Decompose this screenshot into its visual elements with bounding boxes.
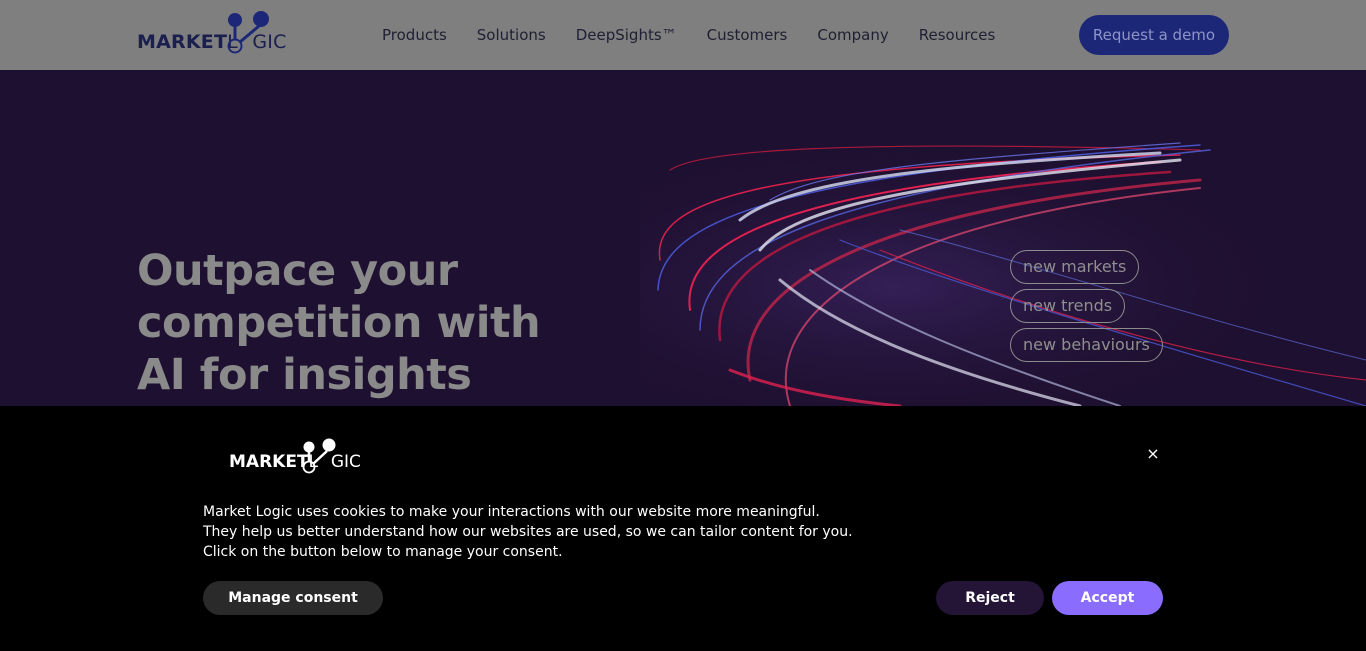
market-logic-logo[interactable]: MARKETLOGIC — [137, 10, 297, 54]
main-nav: Products Solutions DeepSights™ Customers… — [382, 26, 1025, 44]
tag-new-markets: new markets — [1010, 250, 1140, 284]
manage-consent-button[interactable]: Manage consent — [203, 581, 383, 615]
logo-molecule-icon — [302, 438, 336, 474]
light-streaks-graphic — [640, 140, 1366, 406]
nav-products[interactable]: Products — [382, 26, 447, 44]
cookie-message-line: They help us better understand how our w… — [203, 524, 853, 540]
hero-title: Outpace your competition with AI for ins… — [137, 245, 597, 401]
nav-deepsights[interactable]: DeepSights™ — [576, 26, 677, 44]
reject-button[interactable]: Reject — [936, 581, 1044, 615]
cookie-message-line: Click on the button below to manage your… — [203, 544, 563, 560]
site-header: MARKETLOGIC Products Solutions DeepSight… — [0, 0, 1366, 70]
tag-new-behaviours: new behaviours — [1010, 328, 1163, 362]
cookie-message: Market Logic uses cookies to make your i… — [203, 502, 853, 562]
logo-molecule-icon — [227, 11, 269, 54]
tag-new-trends: new trends — [1010, 289, 1126, 323]
cookie-message-line: Market Logic uses cookies to make your i… — [203, 504, 820, 520]
cookie-banner-logo: MARKETLOGIC — [229, 438, 369, 474]
hero-title-line-1: Outpace your — [137, 246, 458, 296]
close-icon[interactable]: × — [1145, 446, 1161, 462]
hero-tags: new markets new trends new behaviours — [1010, 250, 1163, 367]
nav-customers[interactable]: Customers — [707, 26, 788, 44]
hero-section: Outpace your competition with AI for ins… — [0, 70, 1366, 406]
hero-title-line-2: competition with — [137, 298, 541, 348]
cookie-logo-wordmark: MARKETLOGIC — [229, 452, 361, 472]
nav-resources[interactable]: Resources — [919, 26, 996, 44]
cookie-consent-banner: MARKETLOGIC × Market Logic uses cookies … — [0, 406, 1366, 651]
nav-company[interactable]: Company — [817, 26, 888, 44]
accept-button[interactable]: Accept — [1052, 581, 1163, 615]
request-demo-button[interactable]: Request a demo — [1079, 15, 1229, 55]
hero-title-line-3: AI for insights — [137, 350, 472, 400]
nav-solutions[interactable]: Solutions — [477, 26, 546, 44]
